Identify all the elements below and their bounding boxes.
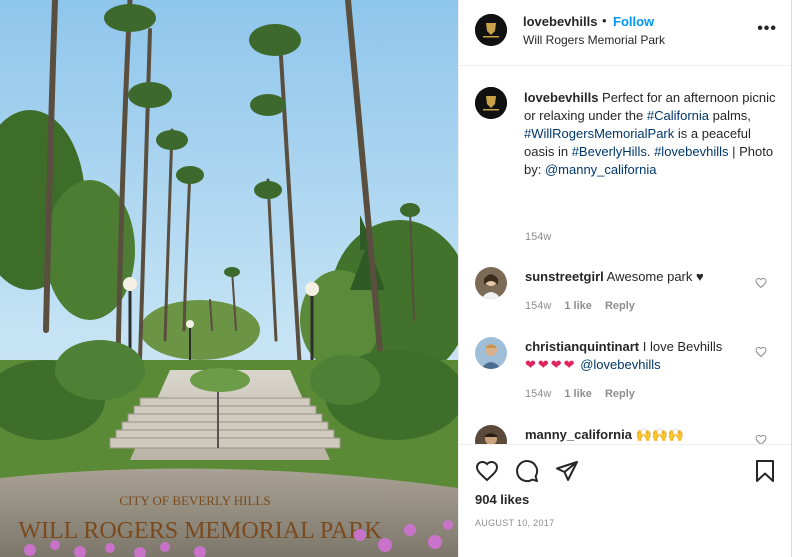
caption-username[interactable]: lovebevhills	[524, 90, 598, 105]
comment-timestamp[interactable]: 154w	[525, 300, 551, 312]
clap-emoji: 🙌🙌🙌	[635, 427, 685, 442]
like-comment-heart-icon[interactable]	[755, 277, 767, 289]
comment-text: manny_california 🙌🙌🙌	[525, 426, 757, 444]
hashtag-link[interactable]: #BeverlyHills	[572, 144, 647, 159]
caption-segment: .	[646, 144, 655, 159]
post-actions: 904 likes AUGUST 10, 2017	[459, 444, 791, 557]
comment-username[interactable]: sunstreetgirl	[525, 269, 604, 284]
caption-timestamp[interactable]: 154w	[525, 231, 551, 243]
comment-likes[interactable]: 1 like	[564, 388, 592, 400]
park-photo-illustration: CITY OF BEVERLY HILLS WILL ROGERS MEMORI…	[0, 0, 458, 557]
more-options-icon[interactable]: •••	[757, 20, 777, 38]
comment-username[interactable]: manny_california	[525, 427, 632, 442]
header-username[interactable]: lovebevhills	[523, 14, 597, 29]
account-avatar[interactable]	[475, 14, 507, 46]
comment-meta: 154w 1 like Reply	[525, 300, 645, 312]
post-date[interactable]: AUGUST 10, 2017	[475, 518, 554, 528]
comment-likes[interactable]: 1 like	[564, 300, 592, 312]
comment-username[interactable]: christianquintinart	[525, 339, 639, 354]
post-header: lovebevhills • Follow Will Rogers Memori…	[459, 0, 791, 66]
like-heart-icon[interactable]	[475, 459, 499, 483]
location-link[interactable]: Will Rogers Memorial Park	[523, 33, 665, 47]
commenter-avatar[interactable]	[475, 425, 507, 444]
hashtag-link[interactable]: #WillRogersMemorialPark	[524, 126, 674, 141]
caption-avatar[interactable]	[475, 87, 507, 119]
comment-body: I love Bevhills	[639, 339, 723, 354]
like-comment-heart-icon[interactable]	[755, 346, 767, 358]
profile-photo-icon	[475, 425, 507, 444]
save-bookmark-icon[interactable]	[753, 459, 777, 483]
comment-bubble-icon[interactable]	[515, 459, 539, 483]
comment-timestamp[interactable]: 154w	[525, 388, 551, 400]
header-separator: •	[602, 13, 607, 28]
shield-logo-icon	[475, 87, 507, 119]
comment-text: christianquintinart I love Bevhills ❤❤❤❤ …	[525, 338, 757, 374]
mention-link[interactable]: @lovebevhills	[580, 357, 660, 372]
shield-logo-icon	[475, 14, 507, 46]
sign-line-1: CITY OF BEVERLY HILLS	[119, 493, 270, 508]
reply-button[interactable]: Reply	[605, 388, 635, 400]
comment-meta: 154w 1 like Reply	[525, 388, 645, 400]
caption-segment: palms,	[709, 108, 751, 123]
commenter-avatar[interactable]	[475, 337, 507, 369]
likes-count[interactable]: 904 likes	[475, 492, 529, 507]
post-side-panel: lovebevhills • Follow Will Rogers Memori…	[458, 0, 792, 557]
comments-list[interactable]: lovebevhills Perfect for an afternoon pi…	[459, 67, 791, 444]
caption-text: lovebevhills Perfect for an afternoon pi…	[524, 89, 779, 179]
follow-button[interactable]: Follow	[613, 14, 654, 29]
comment-body: Awesome park ♥	[603, 269, 704, 284]
hearts-emoji: ❤❤❤❤	[525, 357, 577, 372]
profile-photo-icon	[475, 267, 507, 299]
share-paper-plane-icon[interactable]	[555, 459, 579, 483]
post-photo[interactable]: CITY OF BEVERLY HILLS WILL ROGERS MEMORI…	[0, 0, 458, 557]
hashtag-link[interactable]: #lovebevhills	[654, 144, 728, 159]
reply-button[interactable]: Reply	[605, 300, 635, 312]
profile-photo-icon	[475, 337, 507, 369]
sign-line-2: WILL ROGERS MEMORIAL PARK	[18, 518, 382, 544]
hashtag-link[interactable]: #California	[647, 108, 709, 123]
comment-text: sunstreetgirl Awesome park ♥	[525, 268, 757, 286]
mention-link[interactable]: @manny_california	[545, 162, 656, 177]
like-comment-heart-icon[interactable]	[755, 434, 767, 444]
commenter-avatar[interactable]	[475, 267, 507, 299]
